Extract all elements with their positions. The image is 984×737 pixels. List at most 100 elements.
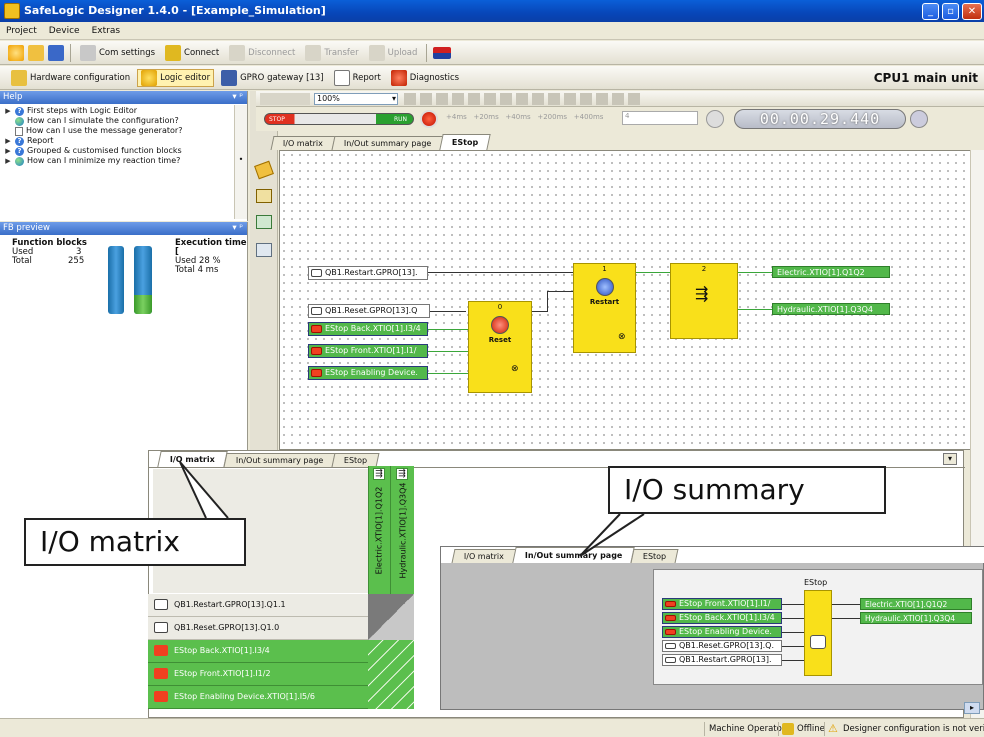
pin-icon[interactable]: ▾ ᵖ	[232, 222, 247, 235]
add-block-icon[interactable]	[256, 189, 272, 203]
help-item[interactable]: How can I use the message generator?	[4, 126, 243, 136]
tab-estop[interactable]: EStop	[331, 453, 381, 467]
logic-canvas[interactable]: QB1.Restart.GPRO[13]. QB1.Reset.GPRO[13]…	[279, 150, 979, 450]
step-20ms[interactable]: +20ms	[473, 113, 498, 121]
summary-input[interactable]: EStop Back.XTIO[1].I3/4	[662, 612, 782, 624]
input-estop-enabling[interactable]: EStop Enabling Device.	[308, 366, 428, 380]
help-item[interactable]: ▶? Report	[4, 136, 243, 146]
eraser-icon[interactable]	[254, 160, 274, 180]
step-buttons[interactable]: +4ms +20ms +40ms +200ms +400ms	[446, 113, 603, 121]
dropdown-button[interactable]: ▾	[943, 453, 957, 465]
summary-input[interactable]: EStop Enabling Device.	[662, 626, 782, 638]
input-pin-icon	[665, 643, 676, 649]
matrix-row[interactable]: EStop Front.XTIO[1].I1/2	[148, 663, 368, 686]
tab-io-matrix[interactable]: I/O matrix	[451, 549, 517, 563]
tab-summary[interactable]: In/Out summary page	[223, 453, 336, 467]
function-block-fanout[interactable]: 2 ⇶	[670, 263, 738, 339]
matrix-row[interactable]: EStop Enabling Device.XTIO[1].I5/6	[148, 686, 368, 709]
step-40ms[interactable]: +40ms	[505, 113, 530, 121]
input-estop-front[interactable]: EStop Front.XTIO[1].I1/	[308, 344, 428, 358]
summary-output[interactable]: Electric.XTIO[1].Q1Q2	[860, 598, 972, 610]
open-folder-icon[interactable]	[28, 44, 44, 61]
window-title: SafeLogic Designer 1.4.0 - [Example_Simu…	[24, 4, 326, 17]
menu-device[interactable]: Device	[43, 22, 86, 40]
tab-io-matrix[interactable]: I/O matrix	[270, 136, 336, 150]
export-icon[interactable]	[256, 215, 272, 229]
connect-button[interactable]: Connect	[162, 44, 222, 62]
function-block-reset[interactable]: 0 Reset ⊗	[468, 301, 532, 393]
pin-icon[interactable]: ▾ ᵖ	[232, 91, 247, 104]
gpro-gateway-button[interactable]: GPRO gateway [13]	[218, 69, 327, 87]
logic-editor-button[interactable]: Logic editor	[137, 68, 215, 87]
expand-icon[interactable]: ▶	[4, 106, 12, 116]
matrix-column-electric[interactable]: ⇶ Electric.XTIO[1].Q1Q2	[368, 466, 390, 594]
transfer-button[interactable]: Transfer	[302, 44, 361, 62]
function-block-restart[interactable]: 1 Restart ⊗	[573, 263, 636, 353]
expand-icon[interactable]: ▶	[4, 136, 12, 146]
minimize-button[interactable]: _	[922, 3, 939, 20]
help-item[interactable]: How can I simulate the configuration?	[4, 116, 243, 126]
callout-pointer-matrix	[179, 461, 229, 519]
menu-extras[interactable]: Extras	[86, 22, 126, 40]
step-200ms[interactable]: +200ms	[537, 113, 567, 121]
step-400ms[interactable]: +400ms	[574, 113, 604, 121]
summary-output[interactable]: Hydraulic.XTIO[1].Q3Q4	[860, 612, 972, 624]
input-qb1-reset[interactable]: QB1.Reset.GPRO[13].Q	[308, 304, 430, 318]
matrix-column-hydraulic[interactable]: ⇶ Hydraulic.XTIO[1].Q3Q4	[390, 466, 414, 594]
editor-tools-icon[interactable]	[260, 93, 310, 105]
matrix-row[interactable]: QB1.Restart.GPRO[13].Q1.1	[148, 594, 368, 617]
diagnostics-button[interactable]: Diagnostics	[388, 69, 462, 87]
menu-project[interactable]: Project	[0, 22, 43, 40]
input-qb1-restart[interactable]: QB1.Restart.GPRO[13].	[308, 266, 428, 280]
step-value-input[interactable]: 4	[622, 111, 698, 125]
disconnect-button[interactable]: Disconnect	[226, 44, 298, 62]
expand-icon[interactable]: ▶	[4, 146, 12, 156]
run-label: RUN	[393, 116, 407, 123]
step-4ms[interactable]: +4ms	[446, 113, 467, 121]
output-electric[interactable]: Electric.XTIO[1].Q1Q2	[772, 266, 890, 278]
new-page-icon[interactable]	[256, 243, 272, 257]
input-estop-back[interactable]: EStop Back.XTIO[1].I3/4	[308, 322, 428, 336]
close-button[interactable]: ✕	[962, 3, 982, 20]
com-settings-button[interactable]: Com settings	[77, 44, 158, 62]
matrix-row[interactable]: QB1.Reset.GPRO[13].Q1.0	[148, 617, 368, 640]
tab-summary[interactable]: In/Out summary page	[331, 136, 444, 150]
wire	[547, 291, 548, 312]
edit-tools-icons[interactable]	[404, 93, 644, 105]
save-icon[interactable]	[48, 44, 64, 61]
maximize-button[interactable]: ▫	[942, 3, 959, 20]
output-hydraulic[interactable]: Hydraulic.XTIO[1].Q3Q4	[772, 303, 890, 315]
hardware-configuration-button[interactable]: Hardware configuration	[8, 69, 133, 87]
help-item[interactable]: ▶? Grouped & customised function blocks	[4, 146, 243, 156]
summary-input[interactable]: QB1.Restart.GPRO[13].	[662, 654, 782, 666]
matrix-cells-estop[interactable]	[368, 640, 414, 709]
summary-canvas[interactable]: EStop EStop Front.XTIO[1].I1/ EStop Back…	[653, 569, 983, 685]
help-item-label: How can I minimize my reaction time?	[27, 156, 181, 165]
summary-function-block[interactable]	[804, 590, 832, 676]
input-label: QB1.Restart.GPRO[13].	[325, 268, 418, 277]
help-item[interactable]: ▶? First steps with Logic Editor	[4, 106, 243, 116]
report-button[interactable]: Report	[331, 69, 384, 87]
help-item-label: How can I simulate the configuration?	[27, 116, 179, 125]
summary-input[interactable]: QB1.Reset.GPRO[13].Q.	[662, 640, 782, 652]
report-label: Report	[352, 72, 381, 83]
zoom-select[interactable]: 100% ▾	[314, 93, 398, 105]
upload-button[interactable]: Upload	[366, 44, 421, 62]
matrix-row[interactable]: EStop Back.XTIO[1].I3/4	[148, 640, 368, 663]
diagnostics-label: Diagnostics	[409, 72, 460, 83]
reset-icon	[491, 316, 509, 334]
connect-icon	[165, 44, 182, 61]
scroll-right-button[interactable]: ▸	[964, 702, 980, 714]
new-project-icon[interactable]	[8, 44, 24, 61]
step-go-button[interactable]	[706, 110, 724, 128]
language-flag-icon[interactable]	[433, 46, 452, 59]
expand-icon[interactable]: ▶	[4, 156, 12, 166]
timer-reset-button[interactable]	[910, 110, 928, 128]
stop-run-slider[interactable]: STOP RUN	[264, 113, 414, 125]
matrix-cells-connected[interactable]	[368, 594, 414, 640]
help-scrollbar[interactable]: •	[234, 105, 247, 219]
help-item[interactable]: ▶ How can I minimize my reaction time?	[4, 156, 243, 166]
record-button[interactable]	[420, 110, 438, 128]
tab-estop[interactable]: EStop	[439, 134, 492, 150]
summary-input[interactable]: EStop Front.XTIO[1].I1/	[662, 598, 782, 610]
